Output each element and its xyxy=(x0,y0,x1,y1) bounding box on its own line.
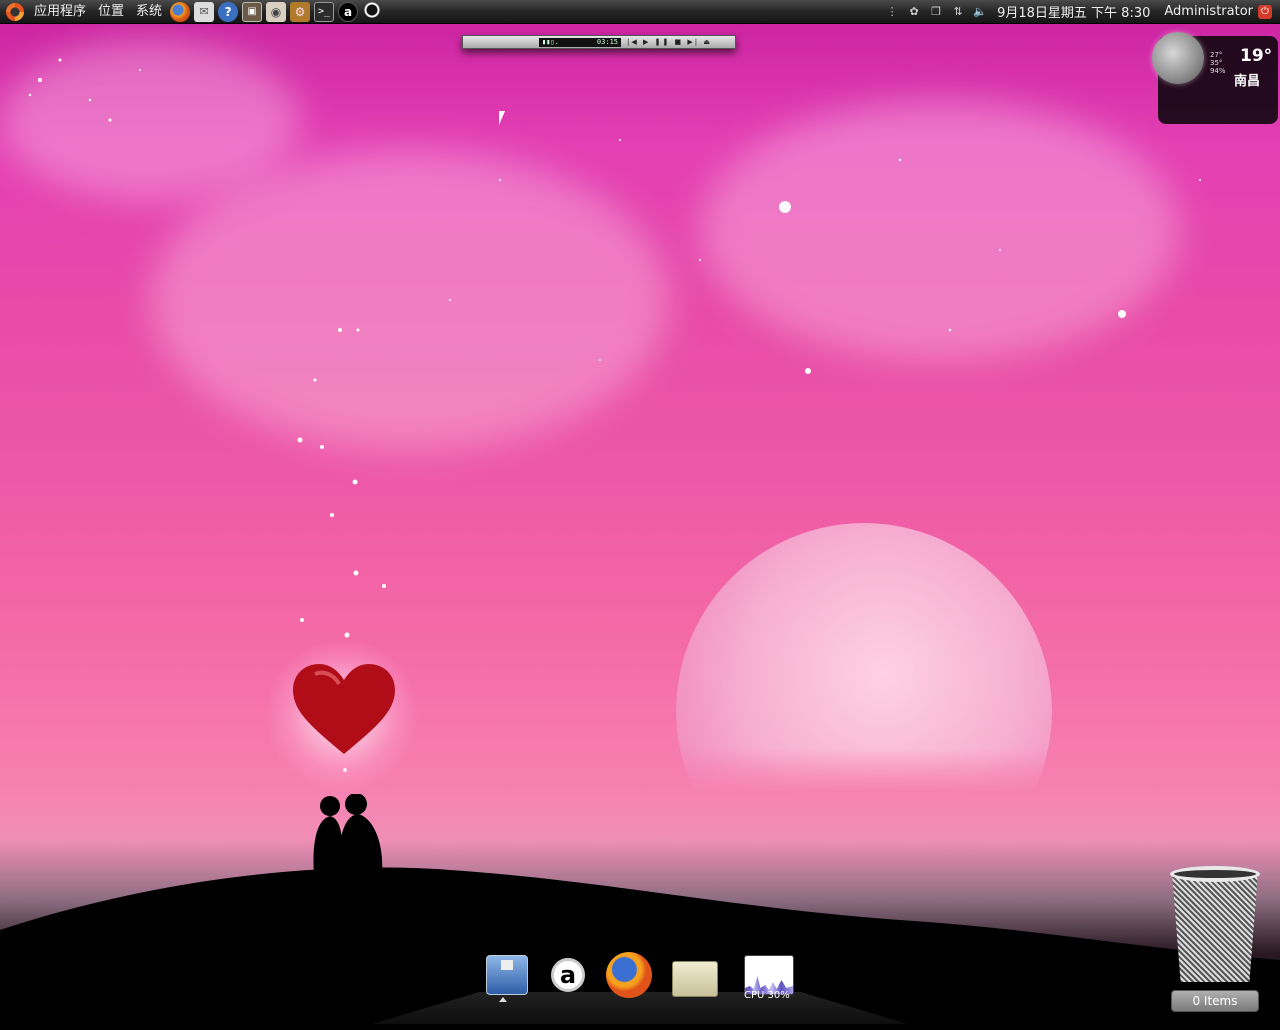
firefox-icon xyxy=(606,952,652,998)
menu-system[interactable]: 系统 xyxy=(130,0,168,24)
top-panel: 应用程序 位置 系统 ✉ ? ▣ ◉ ⚙ >_ a ⋮ ✿ ❐ ⇅ 🔈 9月18… xyxy=(0,0,1280,24)
cloud xyxy=(150,150,670,450)
mouse-cursor-icon xyxy=(499,111,505,125)
player-time: 03:15 xyxy=(596,38,618,46)
weather-low: 35° xyxy=(1210,59,1223,67)
help-icon[interactable]: ? xyxy=(218,1,239,22)
dock-save-item[interactable] xyxy=(483,952,531,998)
heart-graphic xyxy=(293,664,395,754)
trash-body xyxy=(1172,872,1258,982)
couple-silhouette xyxy=(313,794,383,874)
dock-folder-item[interactable] xyxy=(671,952,719,998)
settings-icon[interactable]: ⚙ xyxy=(290,1,311,22)
window-icon[interactable]: ❐ xyxy=(929,5,943,19)
qq-tray-icon[interactable]: ✿ xyxy=(907,5,921,19)
panel-left: 应用程序 位置 系统 ✉ ? ▣ ◉ ⚙ >_ a xyxy=(0,0,384,24)
handle-icon[interactable]: ⋮ xyxy=(885,5,899,19)
panel-right: ⋮ ✿ ❐ ⇅ 🔈 9月18日星期五 下午 8:30 Administrator… xyxy=(881,0,1280,24)
moon-graphic xyxy=(676,523,1052,899)
weather-city: 南昌 xyxy=(1234,74,1261,89)
panel-clock[interactable]: 9月18日星期五 下午 8:30 xyxy=(997,2,1150,21)
cloud xyxy=(0,40,300,200)
ubuntu-logo-icon[interactable] xyxy=(6,2,24,21)
player-visualizer-icon: ▮▮▯. xyxy=(542,38,559,46)
trash-can-icon[interactable] xyxy=(1170,866,1260,982)
cloud xyxy=(700,100,1180,360)
weather-stats: 27° 35° 94% xyxy=(1210,51,1226,75)
dock-amule-item[interactable]: a xyxy=(544,952,592,998)
menu-places[interactable]: 位置 xyxy=(92,0,130,24)
firefox-icon[interactable] xyxy=(170,1,191,22)
trash-rim xyxy=(1170,866,1260,882)
weather-widget[interactable]: 27° 35° 94% 19° 南昌 xyxy=(1152,32,1278,124)
cpu-monitor-icon xyxy=(744,955,794,995)
mail-icon[interactable]: ✉ xyxy=(194,1,215,22)
screenshot-icon[interactable]: ▣ xyxy=(242,1,263,22)
player-controls[interactable]: |◀ ▶ ❚❚ ■ ▶| ⏏ xyxy=(627,38,712,46)
weather-humidity: 94% xyxy=(1210,67,1226,75)
weather-high: 27° xyxy=(1210,51,1223,59)
trash-label[interactable]: 0 Items xyxy=(1171,990,1259,1012)
amule-icon[interactable]: a xyxy=(338,1,359,22)
mini-music-player[interactable]: ▮▮▯. 03:15 |◀ ▶ ❚❚ ■ ▶| ⏏ xyxy=(462,35,736,49)
amule-icon: a xyxy=(551,958,585,992)
camera-icon[interactable]: ◉ xyxy=(266,1,287,22)
cpu-label: CPU 30% xyxy=(744,990,790,1001)
user-name[interactable]: Administrator xyxy=(1164,4,1253,19)
save-icon xyxy=(486,955,528,995)
folder-icon xyxy=(672,961,718,997)
moon-weather-icon xyxy=(1152,32,1204,84)
dock-firefox-item[interactable] xyxy=(605,952,653,998)
qq-icon[interactable] xyxy=(362,1,383,22)
menu-applications[interactable]: 应用程序 xyxy=(28,0,92,24)
active-indicator-icon xyxy=(499,997,507,1002)
terminal-icon[interactable]: >_ xyxy=(314,1,335,22)
network-icon[interactable]: ⇅ xyxy=(951,5,965,19)
weather-temperature: 19° xyxy=(1240,46,1273,66)
power-icon[interactable]: ⏻ xyxy=(1258,4,1272,19)
volume-icon[interactable]: 🔈 xyxy=(973,5,987,19)
player-display: ▮▮▯. 03:15 xyxy=(539,37,621,47)
